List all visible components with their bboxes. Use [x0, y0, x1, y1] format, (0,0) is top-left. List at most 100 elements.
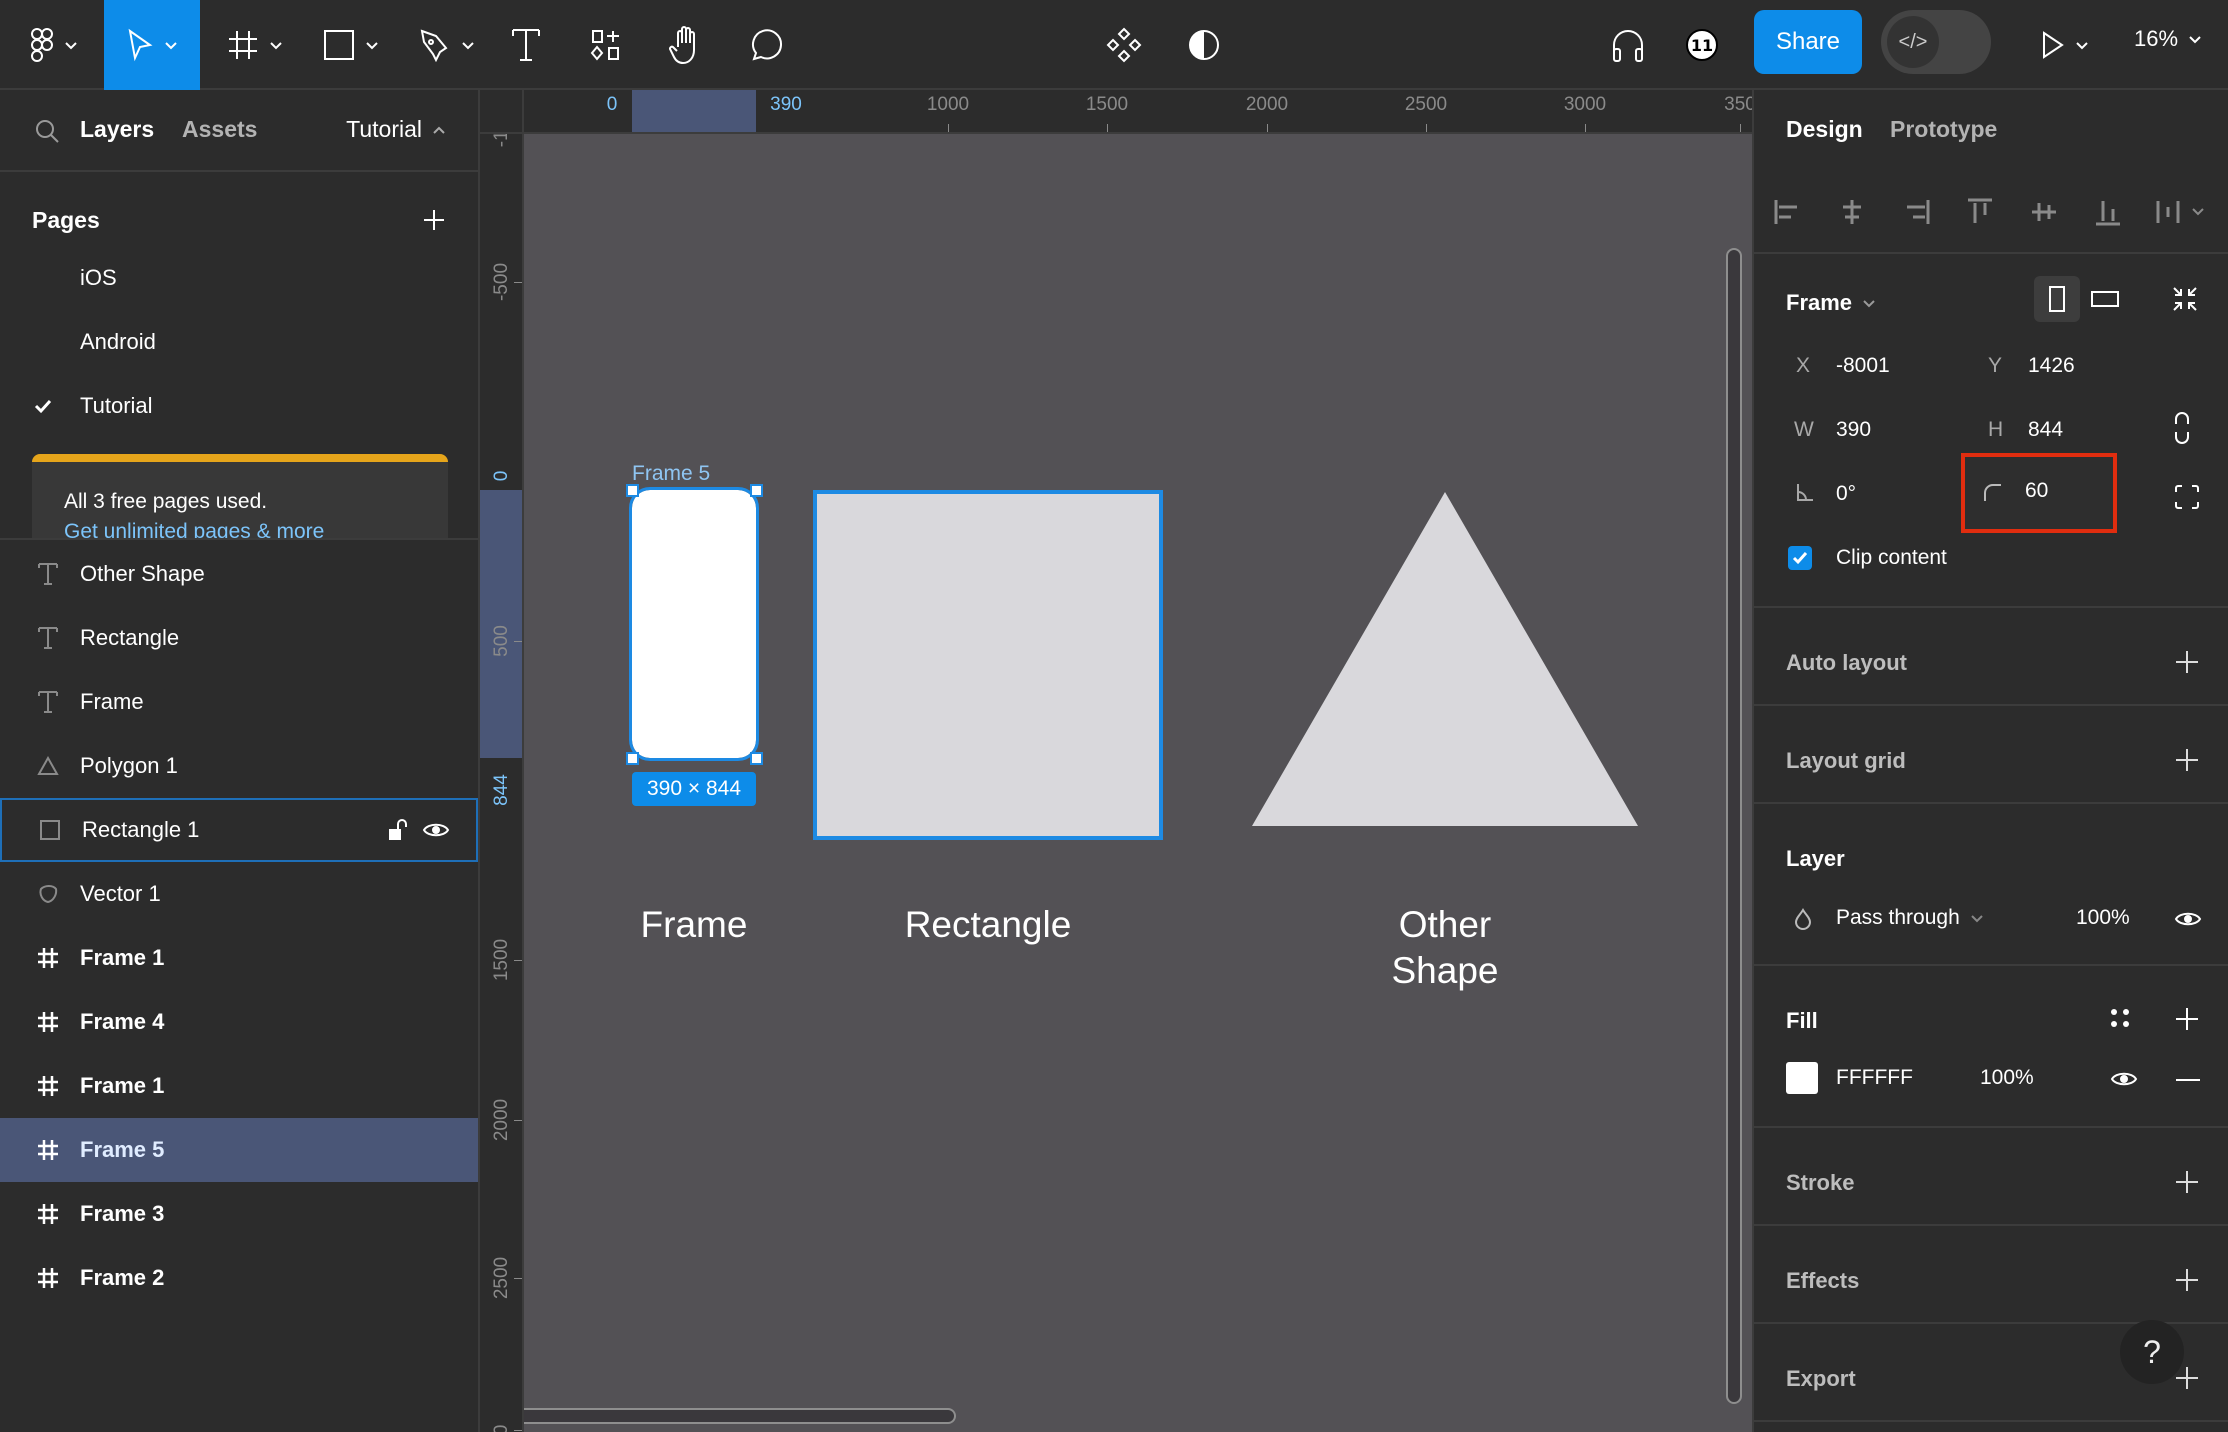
ruler-selection-range — [480, 490, 522, 758]
audio-button[interactable] — [1604, 0, 1652, 90]
portrait-button[interactable] — [2034, 276, 2080, 322]
add-auto-layout-icon[interactable] — [2174, 649, 2200, 675]
layer-item[interactable]: Rectangle — [0, 606, 478, 670]
frame-5[interactable] — [629, 487, 759, 761]
canvas-text-frame[interactable]: Frame — [592, 902, 796, 948]
rotation-input[interactable]: 0° — [1836, 482, 1856, 506]
corner-radius-input[interactable]: 60 — [2025, 479, 2048, 503]
canvas-text-rectangle[interactable]: Rectangle — [838, 902, 1138, 948]
resize-handle-bottom-left[interactable] — [626, 752, 639, 765]
comment-tool-button[interactable] — [740, 0, 792, 90]
blend-mode-icon — [1794, 908, 1812, 930]
add-page-icon[interactable] — [422, 208, 446, 232]
shape-tool-button[interactable] — [316, 0, 386, 90]
page-selector[interactable]: Tutorial — [346, 116, 446, 143]
corner-radius-field[interactable]: 60 — [1961, 453, 2117, 533]
resize-handle-top-left[interactable] — [626, 484, 639, 497]
remove-fill-icon[interactable] — [2176, 1078, 2200, 1082]
constrain-proportions-icon[interactable] — [2174, 412, 2190, 444]
resize-handle-top-right[interactable] — [750, 484, 763, 497]
align-vertical-center-button[interactable] — [2024, 192, 2064, 232]
resources-tool-button[interactable] — [580, 0, 632, 90]
y-input[interactable]: 1426 — [2028, 354, 2075, 378]
align-left-button[interactable] — [1768, 192, 1808, 232]
eye-icon[interactable] — [2174, 910, 2202, 928]
page-item-tutorial[interactable]: Tutorial — [0, 374, 478, 438]
eye-icon[interactable] — [422, 821, 450, 839]
tab-layers[interactable]: Layers — [80, 116, 154, 143]
pages-divider[interactable] — [0, 538, 478, 540]
layer-item[interactable]: Other Shape — [0, 542, 478, 606]
fill-hex-input[interactable]: FFFFFF — [1836, 1066, 1913, 1090]
landscape-button[interactable] — [2082, 276, 2128, 322]
x-input[interactable]: -8001 — [1836, 354, 1890, 378]
layer-item[interactable]: Vector 1 — [0, 862, 478, 926]
layer-label: Frame 5 — [80, 1137, 165, 1162]
dev-mode-toggle[interactable]: </> — [1881, 10, 1991, 74]
layer-item[interactable]: Frame 2 — [0, 1246, 478, 1310]
styles-icon[interactable] — [2110, 1008, 2130, 1028]
chevron-down-icon — [2189, 36, 2201, 44]
clip-content-checkbox[interactable] — [1788, 546, 1812, 570]
hand-tool-button[interactable] — [660, 0, 712, 90]
upsell-link[interactable]: Get unlimited pages & more — [64, 520, 448, 538]
chevron-down-icon — [462, 42, 474, 50]
page-item-android[interactable]: Android — [0, 310, 478, 374]
page-item-ios[interactable]: iOS — [0, 246, 478, 310]
tab-prototype[interactable]: Prototype — [1890, 116, 1997, 143]
layer-item[interactable]: Frame 1 — [0, 926, 478, 990]
blend-mode-dropdown[interactable]: Pass through — [1836, 906, 1984, 930]
resize-handle-bottom-right[interactable] — [750, 752, 763, 765]
layer-opacity-input[interactable]: 100% — [2076, 906, 2130, 930]
fill-opacity-input[interactable]: 100% — [1980, 1066, 2034, 1090]
frame-type-dropdown[interactable]: Frame — [1786, 290, 1876, 316]
layer-item[interactable]: Frame 3 — [0, 1182, 478, 1246]
align-horizontal-center-button[interactable] — [1832, 192, 1872, 232]
width-input[interactable]: 390 — [1836, 418, 1871, 442]
frame-name-label[interactable]: Frame 5 — [632, 462, 710, 486]
polygon-1[interactable] — [1250, 490, 1640, 830]
share-button[interactable]: Share — [1754, 10, 1862, 74]
layer-item[interactable]: Frame 1 — [0, 1054, 478, 1118]
tab-design[interactable]: Design — [1786, 116, 1863, 143]
avatar[interactable]: 11 — [1678, 0, 1726, 90]
resize-to-fit-button[interactable] — [2162, 276, 2208, 322]
align-right-button[interactable] — [1896, 192, 1936, 232]
align-top-button[interactable] — [1960, 192, 2000, 232]
individual-corners-icon[interactable] — [2174, 484, 2200, 510]
layer-item[interactable]: Frame 5 — [0, 1118, 478, 1182]
align-bottom-button[interactable] — [2088, 192, 2128, 232]
unlock-icon[interactable] — [388, 818, 408, 842]
add-effect-icon[interactable] — [2174, 1267, 2200, 1293]
help-button[interactable]: ? — [2120, 1320, 2184, 1384]
triangle-shape[interactable] — [1252, 492, 1638, 826]
layer-item[interactable]: Frame — [0, 670, 478, 734]
canvas-text-other-shape[interactable]: Other Shape — [1295, 902, 1595, 994]
distribute-button[interactable] — [2152, 192, 2212, 232]
main-menu-button[interactable] — [14, 0, 94, 90]
horizontal-scrollbar[interactable] — [524, 1408, 956, 1424]
add-layout-grid-icon[interactable] — [2174, 747, 2200, 773]
layer-item[interactable]: Rectangle 1 — [0, 798, 478, 862]
frame-tool-button[interactable] — [220, 0, 290, 90]
pen-tool-button[interactable] — [412, 0, 482, 90]
tab-assets[interactable]: Assets — [182, 116, 257, 143]
present-button[interactable] — [2030, 0, 2100, 90]
layer-item[interactable]: Frame 4 — [0, 990, 478, 1054]
height-input[interactable]: 844 — [2028, 418, 2063, 442]
vertical-scrollbar[interactable] — [1726, 248, 1742, 1404]
search-icon[interactable] — [34, 118, 60, 144]
alignment-toolbar — [1754, 180, 2228, 246]
rectangle-1[interactable] — [813, 490, 1163, 840]
fill-color-swatch[interactable] — [1786, 1062, 1818, 1094]
add-stroke-icon[interactable] — [2174, 1169, 2200, 1195]
eye-icon[interactable] — [2110, 1070, 2138, 1088]
zoom-dropdown[interactable]: 16% — [2134, 26, 2202, 52]
component-button[interactable] — [1100, 0, 1148, 90]
move-tool-button[interactable] — [104, 0, 200, 90]
contrast-button[interactable] — [1180, 0, 1228, 90]
layer-item[interactable]: Polygon 1 — [0, 734, 478, 798]
text-tool-button[interactable] — [500, 0, 552, 90]
add-fill-icon[interactable] — [2174, 1006, 2200, 1032]
canvas[interactable]: 039010001500200025003000350 -1000-500050… — [480, 90, 1752, 1432]
